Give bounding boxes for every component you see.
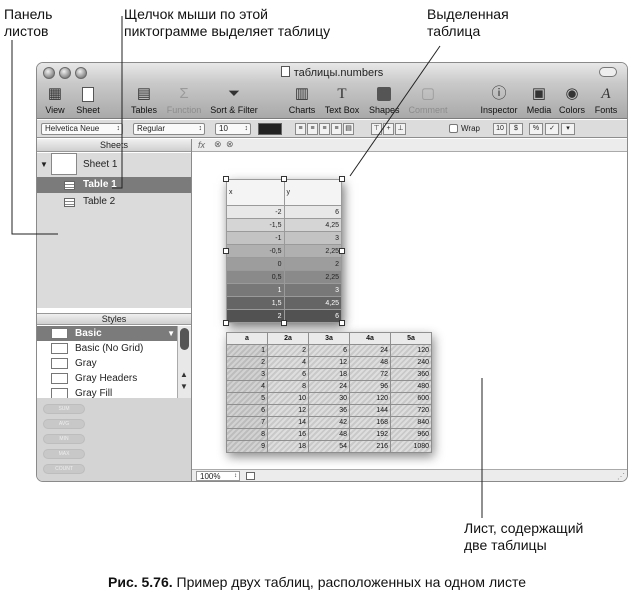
leader-lines: [11, 16, 483, 518]
leader-sheets-panel: [11, 40, 58, 235]
leader-icon-click: [112, 16, 123, 189]
leader-selected-table: [349, 45, 441, 177]
caption-label: Рис. 5.76.: [108, 574, 173, 590]
figure-caption: Рис. 5.76. Пример двух таблиц, расположе…: [0, 574, 634, 590]
caption-text: Пример двух таблиц, расположенных на одн…: [176, 574, 526, 590]
